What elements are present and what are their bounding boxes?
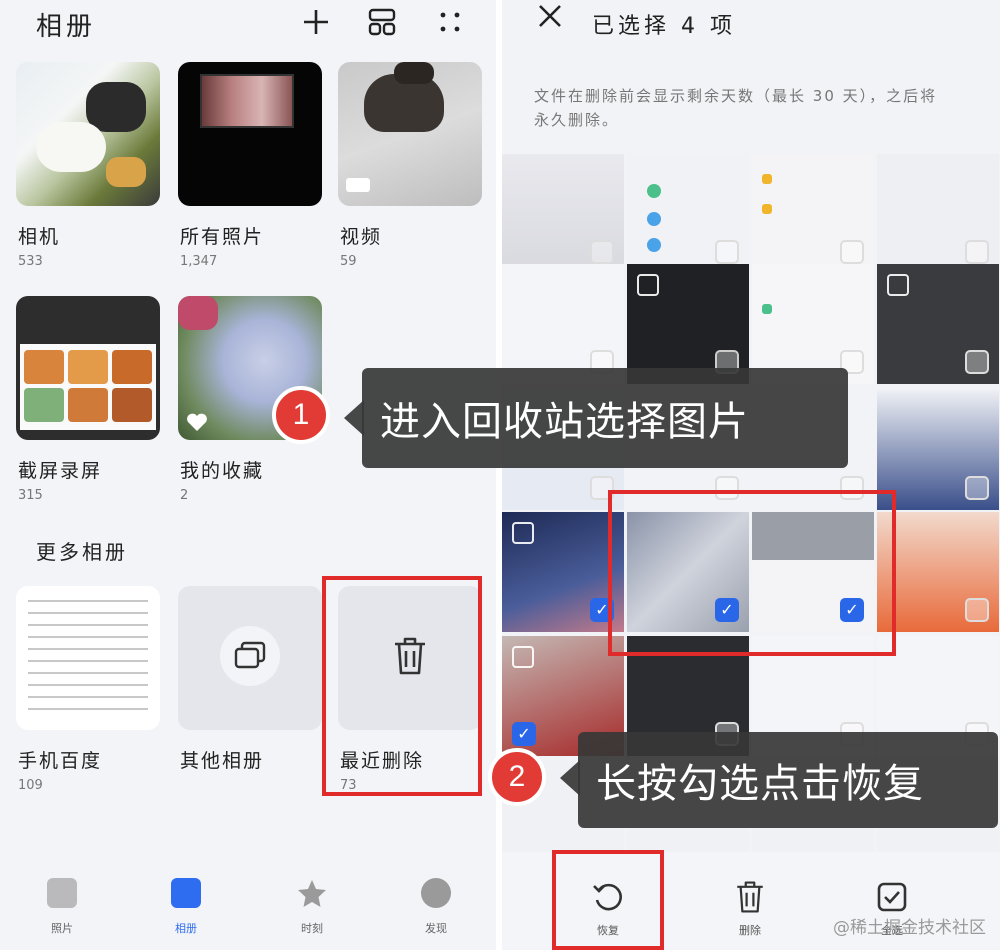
grid-item[interactable] [502, 154, 624, 274]
tab-label: 相册 [175, 922, 197, 935]
tab-photos[interactable]: 照片 [32, 878, 92, 936]
page-title: 相册 [36, 12, 97, 42]
step1-callout: 进入回收站选择图片 [362, 368, 848, 468]
video-camera-icon [346, 178, 370, 192]
album-name: 其他相册 [180, 750, 265, 772]
grid-item[interactable] [627, 154, 749, 274]
heart-icon [186, 412, 208, 432]
album-other[interactable]: 其他相册 [178, 586, 322, 772]
trash-icon [733, 880, 767, 914]
select-checkbox[interactable]: ✓ [512, 722, 536, 746]
select-checkbox[interactable] [965, 476, 989, 500]
album-icon [171, 878, 201, 908]
select-checkbox[interactable] [965, 240, 989, 264]
select-checkbox[interactable] [840, 240, 864, 264]
album-name: 相机 [18, 226, 61, 248]
callout-text: 长按勾选点击恢复 [596, 761, 924, 807]
album-count: 2 [180, 488, 189, 503]
grid-item[interactable] [627, 264, 749, 384]
album-screenshots[interactable]: 截屏录屏 315 [16, 296, 160, 503]
bottom-tab-bar: 照片 相册 时刻 发现 [0, 870, 496, 950]
tab-discover[interactable]: 发现 [406, 878, 466, 936]
photo-icon [47, 878, 77, 908]
star-icon [297, 878, 327, 908]
album-thumbnail [16, 586, 160, 730]
album-count: 1,347 [180, 254, 218, 269]
step1-badge: 1 [272, 386, 330, 444]
deletion-notice: 文件在删除前会显示剩余天数（最长 30 天），之后将永久删除。 [534, 87, 938, 129]
expand-icon[interactable] [887, 274, 909, 296]
grid-item[interactable] [502, 264, 624, 384]
album-thumbnail [178, 586, 322, 730]
callout-pointer [560, 760, 580, 796]
plus-icon[interactable] [298, 4, 334, 40]
expand-icon[interactable] [512, 522, 534, 544]
highlight-selected-items [608, 490, 896, 656]
select-checkbox[interactable] [590, 240, 614, 264]
select-all-icon [875, 880, 909, 914]
album-name: 截屏录屏 [18, 460, 103, 482]
album-thumbnail [16, 296, 160, 440]
album-all-photos[interactable]: 所有照片 1,347 [178, 62, 322, 269]
grid-item[interactable] [752, 264, 874, 384]
grid-item[interactable] [877, 264, 999, 384]
tab-label: 时刻 [301, 922, 323, 935]
album-thumbnail [16, 62, 160, 206]
tab-label: 照片 [51, 922, 73, 935]
more-dots-icon[interactable] [432, 4, 468, 40]
album-name: 我的收藏 [180, 460, 265, 482]
select-checkbox[interactable] [965, 598, 989, 622]
grid-item[interactable] [877, 154, 999, 274]
grid-item[interactable] [752, 154, 874, 274]
action-label: 删除 [739, 924, 761, 937]
watermark: @稀土掘金技术社区 [833, 918, 986, 938]
expand-icon[interactable] [512, 646, 534, 668]
album-video[interactable]: 视频 59 [338, 62, 482, 269]
select-checkbox[interactable] [965, 350, 989, 374]
tab-albums[interactable]: 相册 [156, 878, 216, 936]
selection-title: 已选择 4 项 [592, 14, 736, 39]
discover-icon [421, 878, 451, 908]
close-icon[interactable] [532, 2, 568, 37]
highlight-restore [552, 850, 664, 950]
step2-badge: 2 [488, 748, 546, 806]
album-name: 所有照片 [180, 226, 265, 248]
callout-pointer [344, 400, 364, 436]
step2-callout: 长按勾选点击恢复 [578, 732, 998, 828]
delete-button[interactable]: 删除 [710, 880, 790, 938]
album-count: 59 [340, 254, 357, 269]
album-count: 533 [18, 254, 43, 269]
album-name: 视频 [340, 226, 383, 248]
album-name: 手机百度 [18, 750, 103, 772]
album-count: 109 [18, 778, 43, 793]
select-checkbox[interactable] [715, 240, 739, 264]
tab-moments[interactable]: 时刻 [282, 878, 342, 936]
album-thumbnail [338, 62, 482, 206]
tab-label: 发现 [425, 922, 447, 935]
expand-icon[interactable] [637, 274, 659, 296]
callout-text: 进入回收站选择图片 [380, 399, 749, 445]
album-baidu[interactable]: 手机百度 109 [16, 586, 160, 793]
grid-item[interactable]: ✓ [502, 512, 624, 632]
more-albums-heading: 更多相册 [36, 540, 128, 564]
album-screen: 相册 相机 533 所有照片 1,347 视频 59 截屏录屏 315 我的收藏… [0, 0, 496, 950]
grid-layout-icon[interactable] [364, 4, 400, 40]
stack-icon [234, 641, 266, 675]
album-count: 315 [18, 488, 43, 503]
album-thumbnail [178, 62, 322, 206]
album-camera[interactable]: 相机 533 [16, 62, 160, 269]
highlight-recently-deleted [322, 576, 482, 796]
